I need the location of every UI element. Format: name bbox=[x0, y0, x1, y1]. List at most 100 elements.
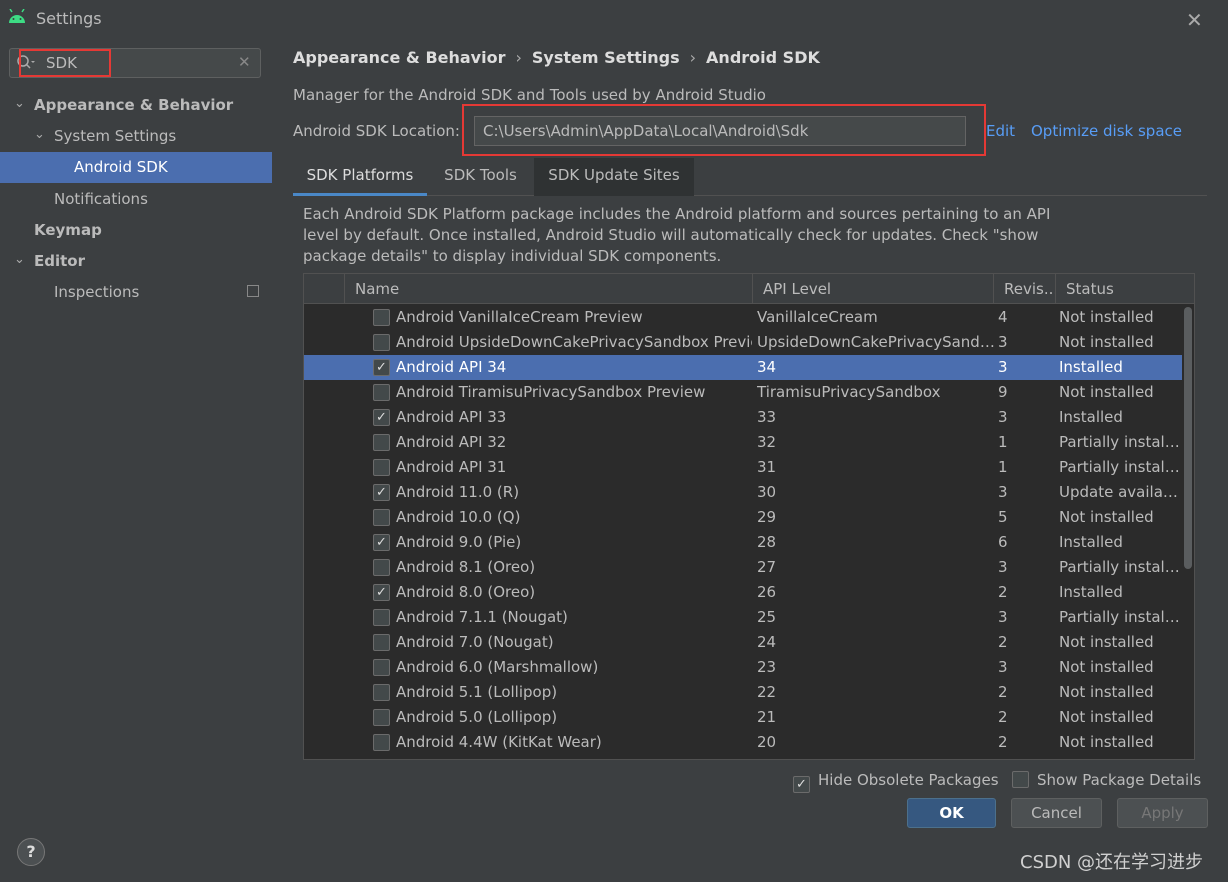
sdk-location-field[interactable]: C:\Users\Admin\AppData\Local\Android\Sdk bbox=[474, 116, 966, 146]
package-name: Android VanillaIceCream Preview bbox=[396, 308, 643, 326]
breadcrumb-item[interactable]: Appearance & Behavior bbox=[293, 48, 505, 67]
table-row[interactable]: Android 5.0 (Lollipop) 21 2 Not installed bbox=[304, 705, 1182, 730]
status: Not installed bbox=[1059, 658, 1154, 676]
search-icon bbox=[17, 55, 35, 69]
api-level: TiramisuPrivacySandbox bbox=[757, 383, 941, 401]
package-checkbox[interactable] bbox=[373, 509, 390, 526]
revision: 3 bbox=[998, 358, 1008, 376]
optimize-disk-space-link[interactable]: Optimize disk space bbox=[1031, 122, 1182, 140]
table-scrollbar[interactable] bbox=[1182, 305, 1194, 759]
package-checkbox[interactable]: ✓ bbox=[373, 584, 390, 601]
revision: 2 bbox=[998, 683, 1008, 701]
apply-button[interactable]: Apply bbox=[1117, 798, 1208, 828]
api-level: 30 bbox=[757, 483, 777, 501]
show-package-details-checkbox[interactable] bbox=[1012, 771, 1029, 788]
sidebar-item-appearance-behavior[interactable]: ⌄ Appearance & Behavior bbox=[0, 90, 272, 121]
table-row[interactable]: Android 5.1 (Lollipop) 22 2 Not installed bbox=[304, 680, 1182, 705]
api-level: 26 bbox=[757, 583, 777, 601]
show-package-details-label: Show Package Details bbox=[1037, 771, 1202, 789]
settings-search-field[interactable]: SDK ✕ bbox=[9, 48, 261, 78]
package-checkbox[interactable] bbox=[373, 309, 390, 326]
column-header-status[interactable]: Status bbox=[1055, 274, 1194, 304]
package-checkbox[interactable] bbox=[373, 559, 390, 576]
status: Update availab... bbox=[1059, 483, 1181, 501]
edit-link[interactable]: Edit bbox=[986, 122, 1015, 140]
column-header-name[interactable]: Name bbox=[344, 274, 752, 304]
status: Installed bbox=[1059, 408, 1123, 426]
sidebar-item-label: System Settings bbox=[54, 127, 177, 145]
table-row[interactable]: Android 7.0 (Nougat) 24 2 Not installed bbox=[304, 630, 1182, 655]
tab-sdk-platforms[interactable]: SDK Platforms bbox=[293, 158, 427, 196]
sidebar-item-system-settings[interactable]: ⌄ System Settings bbox=[0, 121, 272, 152]
table-row[interactable]: Android 7.1.1 (Nougat) 25 3 Partially insta… bbox=[304, 605, 1182, 630]
package-checkbox[interactable] bbox=[373, 659, 390, 676]
package-checkbox[interactable] bbox=[373, 709, 390, 726]
table-row[interactable]: ✓ Android API 33 33 3 Installed bbox=[304, 405, 1182, 430]
table-row[interactable]: Android 6.0 (Marshmallow) 23 3 Not installe… bbox=[304, 655, 1182, 680]
revision: 9 bbox=[998, 383, 1008, 401]
hide-obsolete-checkbox[interactable]: ✓ bbox=[793, 776, 810, 793]
column-header-checkbox bbox=[304, 274, 344, 304]
package-checkbox[interactable]: ✓ bbox=[373, 484, 390, 501]
scrollbar-thumb[interactable] bbox=[1184, 307, 1192, 569]
breadcrumb-separator: › bbox=[689, 48, 697, 67]
api-level: 23 bbox=[757, 658, 777, 676]
package-checkbox[interactable]: ✓ bbox=[373, 409, 390, 426]
sidebar-item-label: Keymap bbox=[34, 221, 102, 239]
package-checkbox[interactable]: ✓ bbox=[373, 359, 390, 376]
package-checkbox[interactable] bbox=[373, 609, 390, 626]
help-button[interactable]: ? bbox=[17, 838, 45, 866]
package-name: Android API 31 bbox=[396, 458, 507, 476]
package-checkbox[interactable] bbox=[373, 434, 390, 451]
api-level: VanillaIceCream bbox=[757, 308, 878, 326]
close-icon[interactable]: ✕ bbox=[1186, 8, 1203, 32]
package-name: Android 4.4W (KitKat Wear) bbox=[396, 733, 602, 751]
package-checkbox[interactable] bbox=[373, 384, 390, 401]
table-row[interactable]: Android API 31 31 1 Partially install... bbox=[304, 455, 1182, 480]
table-row[interactable]: Android UpsideDownCakePrivacySandbox Pre… bbox=[304, 330, 1182, 355]
sidebar-item-android-sdk[interactable]: Android SDK bbox=[0, 152, 272, 183]
api-level: 25 bbox=[757, 608, 777, 626]
ok-button[interactable]: OK bbox=[907, 798, 996, 828]
table-row[interactable]: Android API 32 32 1 Partially install... bbox=[304, 430, 1182, 455]
search-input[interactable]: SDK bbox=[46, 54, 77, 72]
breadcrumb-item[interactable]: System Settings bbox=[532, 48, 680, 67]
package-name: Android 11.0 (R) bbox=[396, 483, 520, 501]
package-name: Android 5.0 (Lollipop) bbox=[396, 708, 558, 726]
table-row[interactable]: Android 10.0 (Q) 29 5 Not installed bbox=[304, 505, 1182, 530]
chevron-down-icon[interactable]: ⌄ bbox=[14, 96, 25, 111]
hide-obsolete-packages-option[interactable]: ✓ Hide Obsolete Packages bbox=[793, 771, 999, 793]
show-package-details-option[interactable]: Show Package Details bbox=[1012, 771, 1201, 789]
table-row[interactable]: ✓ Android API 34 34 3 Installed bbox=[304, 355, 1182, 380]
table-row[interactable]: Android TiramisuPrivacySandbox Preview Ti… bbox=[304, 380, 1182, 405]
table-row[interactable]: Android 4.4W (KitKat Wear) 20 2 Not install… bbox=[304, 730, 1182, 755]
sidebar-item-inspections[interactable]: Inspections bbox=[0, 277, 272, 308]
clear-search-icon[interactable]: ✕ bbox=[238, 53, 251, 71]
sidebar-item-editor[interactable]: ⌄ Editor bbox=[0, 246, 272, 277]
chevron-down-icon[interactable]: ⌄ bbox=[14, 252, 25, 267]
column-header-api-level[interactable]: API Level bbox=[752, 274, 993, 304]
table-row[interactable]: Android VanillaIceCream Preview VanillaIc… bbox=[304, 305, 1182, 330]
package-checkbox[interactable] bbox=[373, 334, 390, 351]
package-checkbox[interactable] bbox=[373, 634, 390, 651]
package-checkbox[interactable]: ✓ bbox=[373, 534, 390, 551]
chevron-down-icon[interactable]: ⌄ bbox=[34, 127, 45, 142]
sidebar-item-keymap[interactable]: Keymap bbox=[0, 215, 272, 246]
sidebar-item-notifications[interactable]: Notifications bbox=[0, 184, 272, 215]
table-row[interactable]: ✓ Android 8.0 (Oreo) 26 2 Installed bbox=[304, 580, 1182, 605]
api-level: UpsideDownCakePrivacySandb... bbox=[757, 333, 995, 351]
table-row[interactable]: ✓ Android 11.0 (R) 30 3 Update availab... bbox=[304, 480, 1182, 505]
package-checkbox[interactable] bbox=[373, 684, 390, 701]
column-header-revision[interactable]: Revis... bbox=[993, 274, 1055, 304]
status: Installed bbox=[1059, 583, 1123, 601]
sidebar-item-label: Appearance & Behavior bbox=[34, 96, 234, 114]
api-level: 24 bbox=[757, 633, 777, 651]
cancel-button[interactable]: Cancel bbox=[1011, 798, 1102, 828]
tab-sdk-tools[interactable]: SDK Tools bbox=[427, 158, 534, 196]
table-row[interactable]: ✓ Android 9.0 (Pie) 28 6 Installed bbox=[304, 530, 1182, 555]
api-level: 27 bbox=[757, 558, 777, 576]
package-checkbox[interactable] bbox=[373, 734, 390, 751]
table-row[interactable]: Android 8.1 (Oreo) 27 3 Partially install..… bbox=[304, 555, 1182, 580]
tab-sdk-update-sites[interactable]: SDK Update Sites bbox=[534, 158, 694, 196]
package-checkbox[interactable] bbox=[373, 459, 390, 476]
